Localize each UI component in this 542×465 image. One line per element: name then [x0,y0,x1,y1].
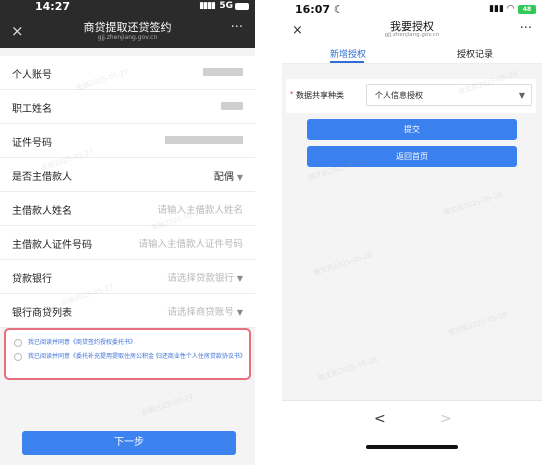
left-phone-screen: 14:27 ▮▮▮▮ 5G × 商贷提取还贷签约 gjj.zhenjiang.g… [0,0,255,465]
chevron-down-icon: ▼ [236,308,243,317]
personal-account-row: 个人账号 [0,56,255,90]
loan-list-row[interactable]: 银行商贷列表 请选择商贷账号 ▼ [0,294,255,328]
data-type-field: * 数据共享种类 个人信息授权 ▼ [286,79,536,113]
battery-icon: 48 [518,5,536,14]
battery-icon [235,3,249,10]
checkbox[interactable] [14,353,22,361]
chevron-down-icon: ▼ [236,173,243,182]
masked-value [165,136,243,144]
agreement-section: 我已阅读并同意《商贷签约授权委托书》 我已阅读并同意《委托补充提用提取住房公积金… [4,328,251,380]
watermark: 微文凯2025-05-28 [447,310,509,338]
borrower-name-row[interactable]: 主借款人姓名 请输入主借款人姓名 [0,192,255,226]
submit-button[interactable]: 提交 [307,119,517,140]
signal-icon: ▮▮▮▮ [199,1,216,11]
chevron-down-icon: ▼ [236,274,243,283]
required-mark: * [290,90,294,98]
masked-value [221,102,243,110]
network-type: 5G [219,1,233,11]
status-bar: 14:27 ▮▮▮▮ 5G [0,0,255,14]
forward-arrow-icon[interactable]: > [440,411,452,427]
more-icon[interactable]: ··· [231,20,243,35]
field-label: 职工姓名 [12,104,52,115]
field-label: 是否主借款人 [12,172,72,183]
sign-form: 个人账号 职工姓名 证件号码 是否主借款人 配偶 ▼ 主借款人姓名 请输入主借款人… [0,56,255,328]
nav-bar: × 我要授权 gjj.zhenjiang.gov.cn ··· [282,20,542,42]
agreement-item-1[interactable]: 我已阅读并同意《商贷签约授权委托书》 [14,338,244,348]
watermark: 金融2025-05-27 [140,392,195,418]
checkbox[interactable] [14,339,22,347]
field-label: 证件号码 [12,138,52,149]
agreement-item-2[interactable]: 我已阅读并同意《委托补充提用提取住房公积金 归还商业性个人住房贷款协议书》 [14,352,246,374]
field-label: 银行商贷列表 [12,308,72,319]
id-number-row: 证件号码 [0,124,255,158]
field-label: 数据共享种类 [296,91,344,100]
borrower-name-input[interactable]: 请输入主借款人姓名 [157,202,243,216]
right-phone-screen: 16:07 ☾ ▮▮▮ ◠ 48 × 我要授权 gjj.zhenjiang.go… [282,0,542,465]
agreement-link[interactable]: 我已阅读并同意《商贷签约授权委托书》 [28,338,136,348]
agreement-link[interactable]: 我已阅读并同意《委托补充提用提取住房公积金 归还商业性个人住房贷款协议书》 [28,352,246,362]
page-title: 商贷提取还贷签约 [83,21,172,34]
status-time: 16:07 ☾ [295,3,344,16]
home-indicator [366,445,458,449]
borrower-id-input[interactable]: 请输入主借款人证件号码 [138,236,243,250]
next-button[interactable]: 下一步 [22,431,236,455]
signal-wifi-icon: ▮▮▮ ◠ [489,4,514,14]
watermark: 微文凯2025-05-28 [312,250,374,278]
more-icon[interactable]: ··· [520,21,532,36]
chevron-down-icon: ▼ [518,91,525,100]
masked-value [203,68,243,76]
main-content: * 数据共享种类 个人信息授权 ▼ 提交 返回首页 微文凯2025-05-28 … [282,64,542,400]
back-arrow-icon[interactable]: < [374,411,386,427]
employee-name-row: 职工姓名 [0,90,255,124]
return-home-button[interactable]: 返回首页 [307,146,517,167]
page-url: gjj.zhenjiang.gov.cn [384,32,440,38]
data-type-select[interactable]: 个人信息授权 ▼ [366,84,532,106]
status-bar: 16:07 ☾ ▮▮▮ ◠ 48 [282,0,542,20]
borrower-id-row[interactable]: 主借款人证件号码 请输入主借款人证件号码 [0,226,255,260]
field-label: 主借款人姓名 [12,206,72,217]
active-tab-indicator [330,61,364,63]
nav-bar: × 商贷提取还贷签约 gjj.zhenjiang.gov.cn ··· [0,14,255,48]
tab-new-authorization[interactable]: 新增授权 [330,47,366,60]
main-borrower-select[interactable]: 配偶 ▼ [214,168,243,183]
status-time: 14:27 [35,0,71,13]
tab-authorization-records[interactable]: 授权记录 [457,47,493,60]
browser-bottom-bar: < > [282,400,542,465]
watermark: 微文凯2025-05-28 [317,355,379,383]
loan-account-select[interactable]: 请选择商贷账号 ▼ [167,304,243,318]
loan-bank-row[interactable]: 贷款银行 请选择贷款银行 ▼ [0,260,255,294]
page-url: gjj.zhenjiang.gov.cn [97,34,158,41]
loan-bank-select[interactable]: 请选择贷款银行 ▼ [167,270,243,284]
main-borrower-row[interactable]: 是否主借款人 配偶 ▼ [0,158,255,192]
watermark: 微文凯2025-05-28 [442,190,504,218]
field-label: 贷款银行 [12,274,52,285]
selected-value: 个人信息授权 [375,91,423,100]
field-label: 个人账号 [12,70,52,81]
field-label: 主借款人证件号码 [12,240,92,251]
tab-bar: 新增授权 授权记录 [282,42,542,64]
